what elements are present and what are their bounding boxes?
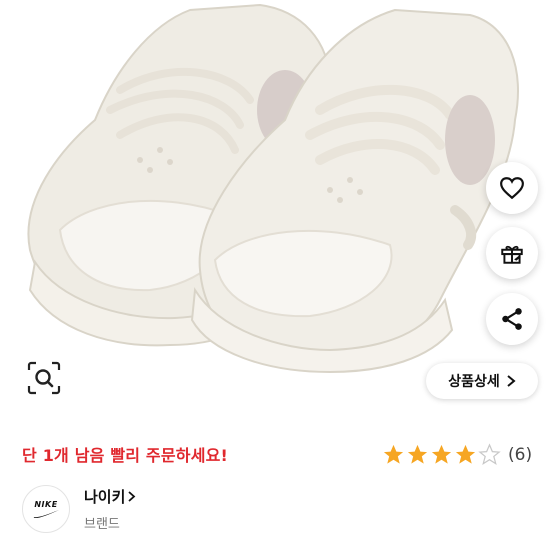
product-image[interactable]: 상품상세 <box>0 0 559 410</box>
image-search-button[interactable] <box>24 358 64 398</box>
swoosh-icon <box>33 509 59 518</box>
share-button[interactable] <box>486 293 538 345</box>
brand-logo-text: NIKE <box>34 499 58 509</box>
star-empty-icon <box>478 443 501 465</box>
sneakers-photo <box>27 3 519 374</box>
gift-button[interactable] <box>486 227 538 279</box>
product-rating[interactable]: (6) <box>382 443 532 466</box>
image-search-icon <box>27 361 61 395</box>
review-count: (6) <box>508 444 533 465</box>
star-filled-icon <box>383 444 404 464</box>
product-detail-button[interactable]: 상품상세 <box>426 363 538 399</box>
brand-link[interactable]: NIKE 나이키 브랜드 <box>22 485 136 533</box>
share-icon <box>502 308 522 330</box>
stock-urgency-text: 단 1개 남음 빨리 주문하세요! <box>22 446 229 465</box>
brand-caption: 브랜드 <box>84 517 120 532</box>
product-detail-label: 상품상세 <box>448 374 500 390</box>
brand-logo: NIKE <box>22 485 70 533</box>
chevron-right-icon <box>507 375 516 387</box>
brand-name-row[interactable]: 나이키 <box>84 486 136 507</box>
star-filled-icon <box>431 444 452 464</box>
star-filled-icon <box>407 444 428 464</box>
star-filled-icon <box>455 444 476 464</box>
brand-name: 나이키 <box>84 488 126 506</box>
heart-icon <box>500 177 524 200</box>
wishlist-button[interactable] <box>486 162 538 214</box>
chevron-right-icon <box>128 491 136 502</box>
gift-icon <box>501 245 523 264</box>
